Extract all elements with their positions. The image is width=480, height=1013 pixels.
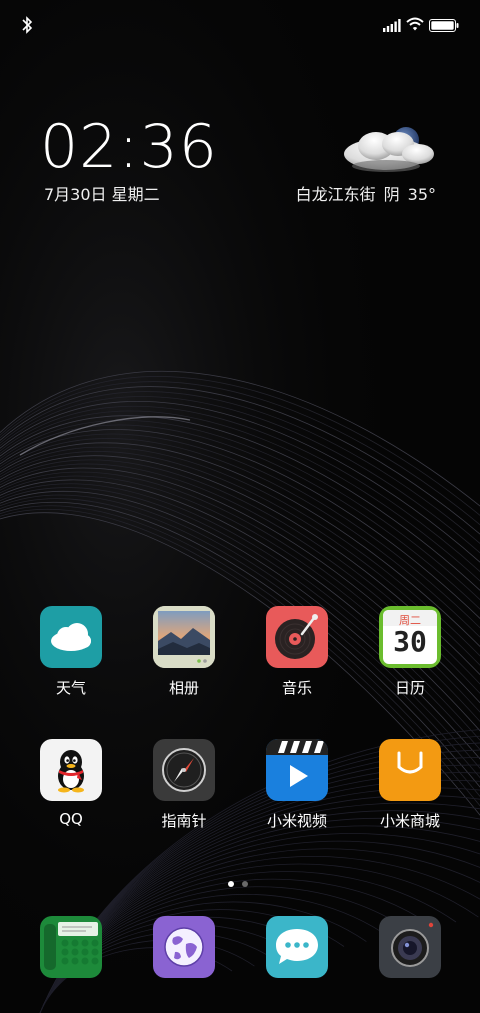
dock-browser[interactable] (129, 916, 239, 978)
page-indicator (228, 872, 256, 891)
video-play-icon (266, 739, 328, 801)
weather-cloud-icon (40, 606, 102, 668)
phone-dialer-icon (40, 916, 102, 978)
app-calendar[interactable]: 周二 30 日历 (355, 606, 465, 698)
weather-temperature: 35° (407, 185, 436, 204)
app-label: 日历 (394, 679, 425, 697)
app-label: 指南针 (161, 812, 207, 830)
camera-icon (379, 916, 441, 978)
app-compass[interactable]: 指南针 (129, 739, 239, 831)
calendar-date-number: 30 (393, 625, 427, 658)
app-gallery[interactable]: 相册 (129, 606, 239, 698)
date-label: 7月30日 星期二 (44, 185, 160, 204)
cloudy-night-icon[interactable] (336, 122, 440, 176)
status-bar (0, 0, 480, 50)
app-qq[interactable]: QQ (16, 739, 126, 828)
weather-location: 白龙江东街 (295, 185, 376, 204)
battery-icon (429, 19, 459, 32)
qq-penguin-icon (40, 739, 102, 801)
dock-camera[interactable] (355, 916, 465, 978)
wifi-icon (406, 17, 424, 31)
bluetooth-icon (22, 16, 33, 34)
weather-condition: 阴 (383, 185, 400, 204)
music-record-icon (266, 606, 328, 668)
calendar-icon: 周二 30 (379, 606, 441, 668)
page-dot-active[interactable] (228, 881, 234, 887)
app-label: 小米商城 (379, 812, 440, 830)
weather-summary[interactable]: 白龙江东街阴 35° (296, 181, 436, 205)
gallery-photo-icon (153, 606, 215, 668)
browser-globe-icon (153, 916, 215, 978)
dock-phone[interactable] (16, 916, 126, 978)
app-label: 天气 (55, 679, 86, 697)
dock-messages[interactable] (242, 916, 352, 978)
compass-icon (153, 739, 215, 801)
app-label: QQ (59, 810, 83, 828)
app-mi-store[interactable]: 小米商城 (355, 739, 465, 831)
signal-bars-icon (383, 19, 401, 32)
app-mi-video[interactable]: 小米视频 (242, 739, 352, 831)
app-label: 音乐 (281, 679, 312, 697)
shopping-bag-icon (379, 739, 441, 801)
app-label: 小米视频 (266, 812, 327, 830)
messages-bubble-icon (266, 916, 328, 978)
page-dot-inactive[interactable] (242, 881, 248, 887)
app-music[interactable]: 音乐 (242, 606, 352, 698)
app-label: 相册 (168, 679, 199, 697)
app-weather[interactable]: 天气 (16, 606, 126, 698)
clock-time[interactable]: 02:36 (40, 112, 218, 182)
